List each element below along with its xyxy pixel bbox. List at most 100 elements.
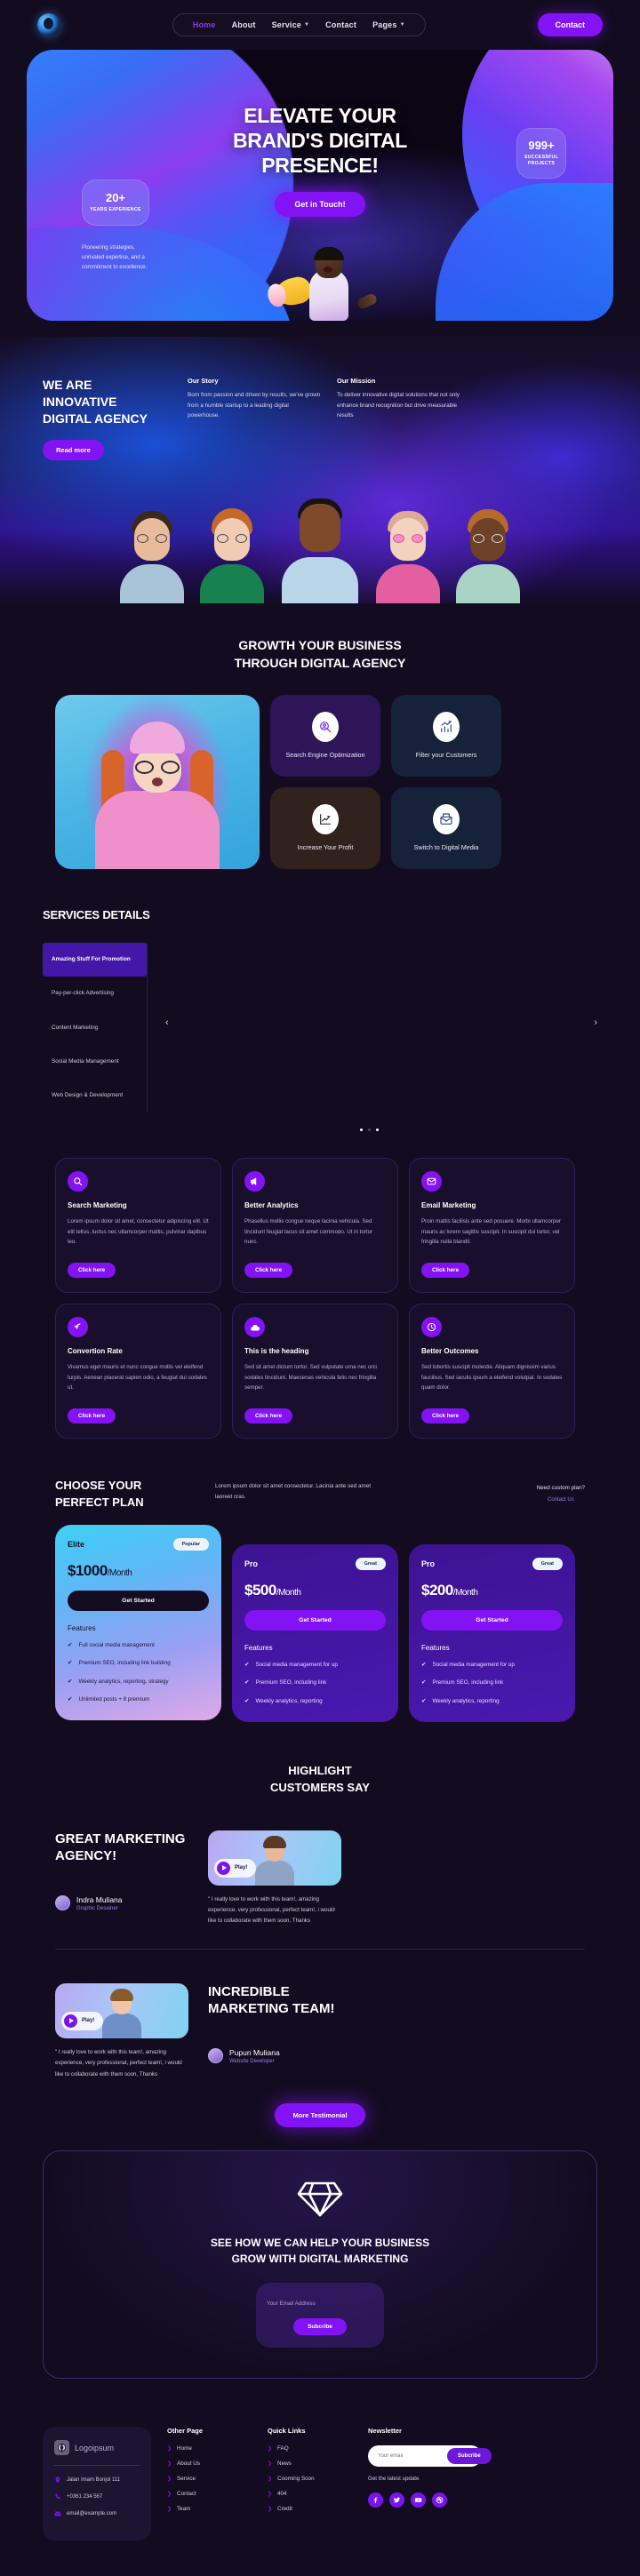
cta-subscribe-button[interactable]: Subcribe [293, 2318, 347, 2336]
agency-logo-icon[interactable] [37, 13, 60, 36]
service-card-button[interactable]: Click here [421, 1263, 470, 1279]
service-card-title: This is the heading [244, 1347, 309, 1356]
services-tab-promotion[interactable]: Amazing Stuff For Promotion [43, 943, 147, 977]
footer-link-label: 404 [277, 2491, 287, 2498]
testimonials-title-line-1: HIGHLIGHT [288, 1763, 352, 1777]
plan-get-started-button[interactable]: Get Started [68, 1590, 209, 1611]
testimonial-heading: INCREDIBLE MARKETING TEAM! [208, 1983, 335, 2017]
person-hair [110, 1988, 133, 2001]
facebook-icon[interactable] [368, 2492, 383, 2508]
logoipsum-icon [54, 2440, 69, 2456]
youtube-icon[interactable] [411, 2492, 426, 2508]
header-contact-button[interactable]: Contact [537, 13, 603, 36]
person-mouth [324, 267, 332, 273]
dribbble-icon[interactable] [432, 2492, 447, 2508]
service-card-button[interactable]: Click here [244, 1263, 293, 1279]
footer-column-title: Quick Links [268, 2427, 306, 2436]
mouth [152, 778, 163, 787]
team-member-photo [114, 511, 190, 603]
plan-feature-label: Social media management for up [432, 1661, 515, 1668]
plan-badge: Great [355, 1557, 386, 1570]
nav-item-service[interactable]: Service ▼ [272, 20, 310, 29]
check-icon: ✔ [421, 1679, 427, 1687]
author-name: Pupun Muliana [229, 2047, 280, 2057]
nav-item-home[interactable]: Home [193, 20, 216, 29]
footer-link-about-us[interactable]: ❯ About Us [167, 2460, 252, 2467]
person-hair [314, 247, 344, 260]
team-member-photo [370, 511, 446, 603]
check-icon: ✔ [421, 1697, 427, 1704]
plan-get-started-button[interactable]: Get Started [244, 1609, 386, 1631]
carousel-dot[interactable] [359, 1128, 363, 1132]
service-card-search-marketing: Search Marketing Lorem ipsum dolor sit a… [55, 1158, 221, 1294]
cta-email-input[interactable] [267, 2301, 373, 2308]
person-body [102, 2013, 141, 2038]
location-pin-icon [54, 2476, 61, 2484]
services-tab-list: Amazing Stuff For Promotion Pay-per-clic… [43, 943, 148, 1113]
twitter-icon[interactable] [389, 2492, 404, 2508]
contact-us-link[interactable]: Contact Us [537, 1497, 585, 1503]
testimonial-video-thumb[interactable]: Play! [208, 1830, 341, 1886]
service-card-button[interactable]: Click here [244, 1408, 293, 1424]
footer-link-contact[interactable]: ❯ Contact [167, 2491, 252, 2497]
carousel-dot[interactable] [375, 1128, 379, 1132]
services-tab-content-marketing[interactable]: Content Marketing [43, 1011, 147, 1045]
stat-projects-number: 999+ [528, 139, 555, 152]
play-icon [217, 1861, 230, 1875]
play-button[interactable]: Play! [214, 1858, 257, 1878]
service-card-button[interactable]: Click here [421, 1408, 470, 1424]
footer-link-cooming-soon[interactable]: ❯ Cooming Soon [268, 2476, 352, 2482]
footer-link-service[interactable]: ❯ Service [167, 2476, 252, 2482]
plan-get-started-button[interactable]: Get Started [421, 1609, 563, 1631]
play-label: Play! [82, 2018, 95, 2024]
footer-link-home[interactable]: ❯ Home [167, 2445, 252, 2452]
services-tab-social-media[interactable]: Social Media Management [43, 1045, 147, 1079]
author-name: Indra Muliana [76, 1894, 123, 1904]
footer-logo[interactable]: Logoipsum [54, 2440, 140, 2456]
nav-item-pages[interactable]: Pages ▼ [372, 20, 405, 29]
carousel-prev-icon[interactable]: ‹ [165, 1017, 169, 1028]
plan-price-amount: $1000 [68, 1561, 108, 1579]
footer-link-404[interactable]: ❯ 404 [268, 2491, 352, 2497]
service-card-button[interactable]: Click here [68, 1408, 116, 1424]
get-in-touch-button[interactable]: Get in Touch! [275, 192, 365, 218]
newsletter-email-input[interactable] [378, 2453, 447, 2460]
more-testimonial-button[interactable]: More Testimonial [275, 2103, 365, 2128]
service-card-button[interactable]: Click here [68, 1263, 116, 1279]
growth-card-label: Search Engine Optimization [285, 751, 365, 760]
play-button[interactable]: Play! [61, 2011, 104, 2030]
plan-feature: ✔ Weekly analytics, reporting [421, 1697, 563, 1706]
growth-card-filter[interactable]: Filter your Customers [391, 695, 501, 778]
testimonial-video-thumb[interactable]: Play! [55, 1982, 188, 2038]
services-tab-ppc[interactable]: Pay-per-click Advertising [43, 977, 147, 1010]
bar-chart-growth-icon [433, 712, 460, 743]
growth-card-label: Increase Your Profit [297, 843, 354, 852]
growth-card-digital-media[interactable]: Switch to Digital Media [391, 787, 501, 870]
services-tab-web-design[interactable]: Web Design & Development [43, 1079, 147, 1113]
nav-label: Contact [325, 20, 357, 29]
footer-link-credit[interactable]: ❯ Credit [268, 2506, 352, 2512]
megaphone-man-image [273, 223, 380, 321]
pricing-title-line-2: PERFECT PLAN [55, 1495, 144, 1509]
chevron-right-icon: ❯ [167, 2476, 172, 2483]
growth-card-seo[interactable]: Search Engine Optimization [270, 695, 380, 778]
carousel-dot[interactable] [367, 1128, 371, 1132]
service-card-title: Convertion Rate [68, 1347, 123, 1356]
service-card-text: Vivamus eget mauris et nunc congue molli… [68, 1364, 207, 1392]
hero-subtext: Pioneering strategies, unrivaled experti… [82, 244, 148, 270]
nav-item-about[interactable]: About [232, 20, 256, 29]
read-more-button[interactable]: Read more [43, 439, 104, 460]
carousel-next-icon[interactable]: › [594, 1017, 597, 1028]
footer-column-title: Newsletter [368, 2427, 402, 2436]
check-icon: ✔ [68, 1641, 73, 1648]
footer-newsletter-column: Newsletter Subcribe Get the latest updat… [368, 2427, 492, 2540]
footer-link-news[interactable]: ❯ News [268, 2460, 352, 2467]
nav-item-contact[interactable]: Contact [325, 20, 356, 29]
growth-card-profit[interactable]: Increase Your Profit [270, 787, 380, 870]
footer-link-team[interactable]: ❯ Team [167, 2506, 252, 2512]
testimonial-heading: GREAT MARKETING AGENCY! [55, 1830, 186, 1864]
newsletter-subscribe-button[interactable]: Subcribe [447, 2448, 492, 2465]
team-member-photo [194, 508, 270, 603]
footer-link-faq[interactable]: ❯ FAQ [268, 2445, 352, 2452]
footer-quick-links-column: Quick Links ❯ FAQ ❯ News ❯ Cooming Soon ❯ 40… [268, 2427, 352, 2540]
